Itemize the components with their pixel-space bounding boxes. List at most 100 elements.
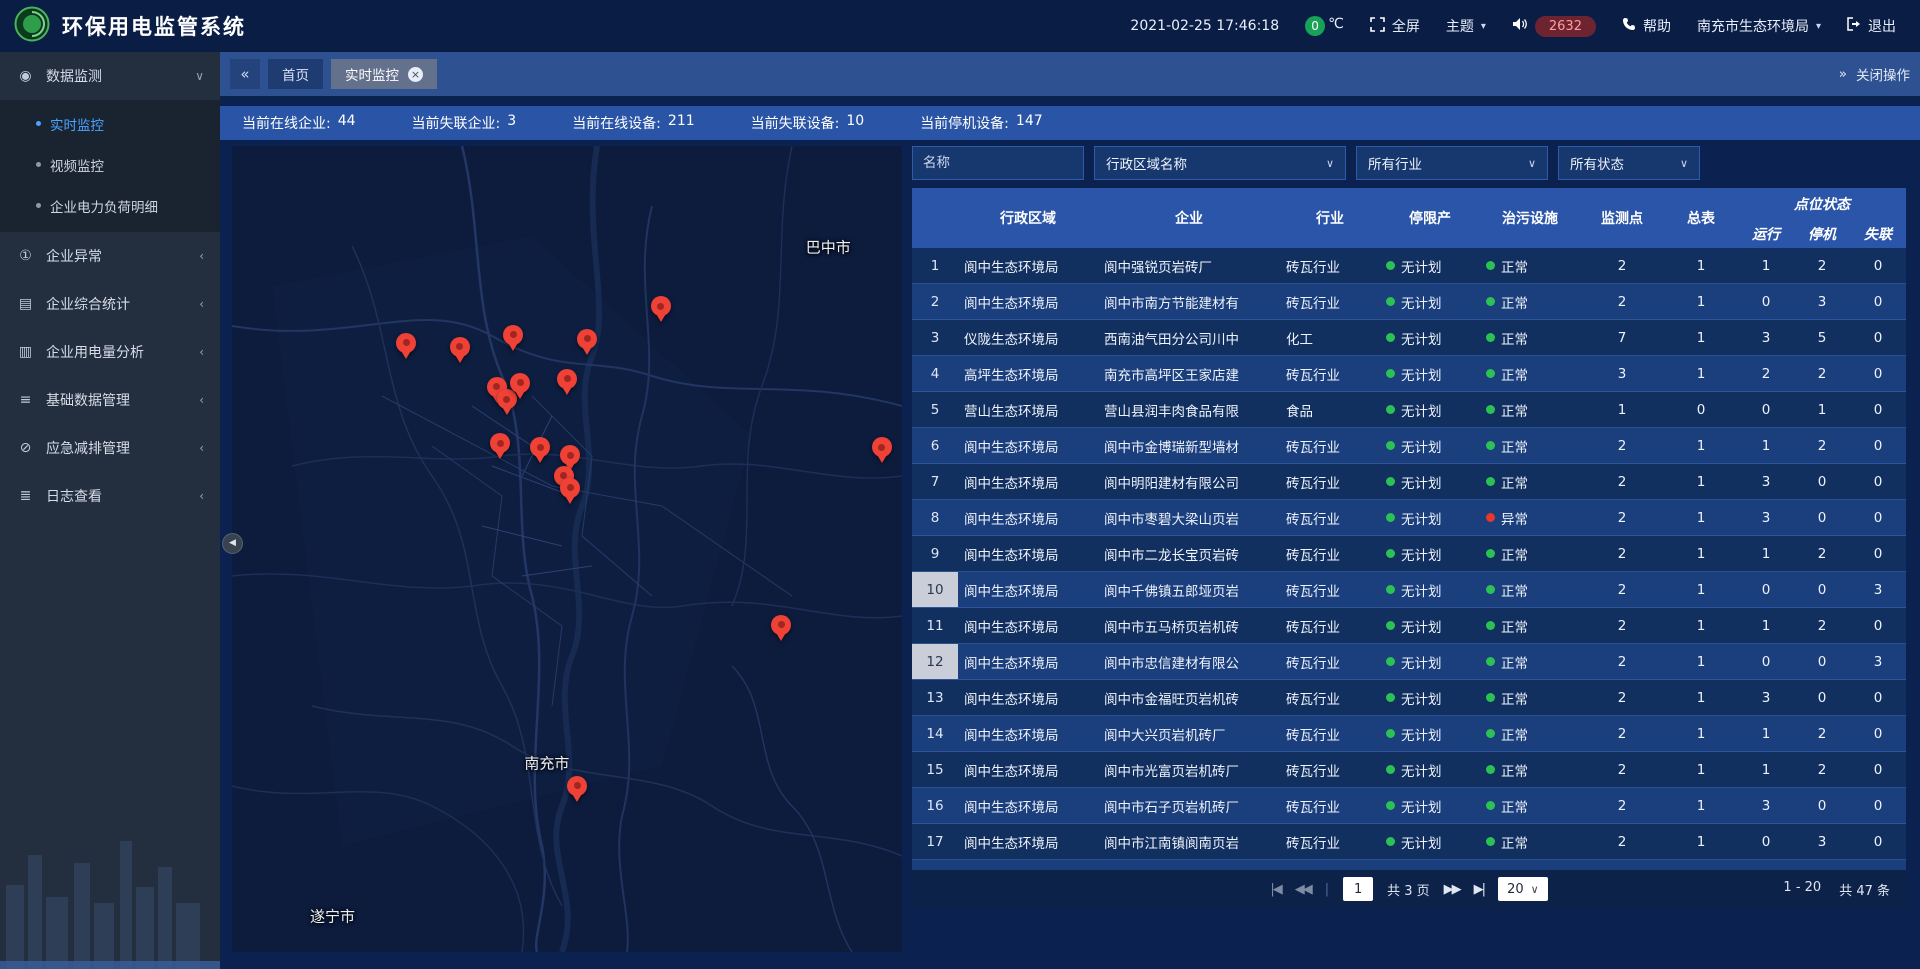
status-dot-icon <box>1486 729 1495 738</box>
limit-column-header: 停限产 <box>1380 188 1480 248</box>
page-size-select[interactable]: 20∨ <box>1498 877 1548 901</box>
map-pin[interactable] <box>560 478 580 505</box>
sidebar-item-realtime-monitor[interactable]: 实时监控 <box>0 103 220 144</box>
map-pin[interactable] <box>510 373 530 400</box>
table-row[interactable]: 14 阆中生态环境局 阆中大兴页岩机砖厂 砖瓦行业 无计划 正常 2 1 1 <box>912 716 1906 752</box>
industry-cell: 化工 <box>1280 320 1380 355</box>
table-row[interactable]: 11 阆中生态环境局 阆中市五马桥页岩机砖 砖瓦行业 无计划 正常 2 1 1 <box>912 608 1906 644</box>
region-cell: 仪陇生态环境局 <box>958 320 1098 355</box>
map-pin[interactable] <box>530 437 550 464</box>
fullscreen-button[interactable]: 全屏 <box>1370 16 1420 36</box>
page-size-value: 20 <box>1507 882 1524 897</box>
region-cell: 南部生态环境局 <box>958 860 1098 870</box>
table-row[interactable]: 3 仪陇生态环境局 西南油气田分公司川中 化工 无计划 正常 7 1 3 <box>912 320 1906 356</box>
status-filter-select[interactable]: 所有状态 ∨ <box>1558 146 1700 180</box>
help-button[interactable]: 帮助 <box>1622 16 1671 36</box>
stopped-count-cell: 3 <box>1794 860 1850 870</box>
sidebar-item-data-monitor[interactable]: ◉ 数据监测 ∨ <box>0 52 220 100</box>
table-row[interactable]: 5 营山生态环境局 营山县润丰肉食品有限 食品 无计划 正常 1 0 0 <box>912 392 1906 428</box>
close-icon[interactable]: × <box>408 67 423 82</box>
table-row[interactable]: 10 阆中生态环境局 阆中千佛镇五郎垭页岩 砖瓦行业 无计划 正常 2 1 0 <box>912 572 1906 608</box>
name-filter-input[interactable] <box>912 146 1084 180</box>
map-pin[interactable] <box>577 329 597 356</box>
pin-tip-icon <box>514 389 526 399</box>
tab-realtime-monitor[interactable]: 实时监控 × <box>331 59 437 89</box>
map-pin[interactable] <box>557 369 577 396</box>
last-page-button[interactable]: ▶| <box>1474 882 1484 897</box>
table-row[interactable]: 2 阆中生态环境局 阆中市南方节能建材有 砖瓦行业 无计划 正常 2 1 0 <box>912 284 1906 320</box>
monitor-count-cell: 2 <box>1580 788 1664 823</box>
organization-dropdown[interactable]: 南充市生态环境局 ▾ <box>1697 16 1821 36</box>
first-page-button[interactable]: |◀ <box>1270 882 1280 897</box>
status-dot-icon <box>1486 297 1495 306</box>
prev-page-button[interactable]: ◀◀ <box>1295 882 1311 897</box>
meter-count-cell: 1 <box>1664 464 1738 499</box>
sidebar-item-company-statistics[interactable]: ▤ 企业综合统计 ‹ <box>0 280 220 328</box>
table-row[interactable]: 12 阆中生态环境局 阆中市忠信建材有限公 砖瓦行业 无计划 正常 2 1 0 <box>912 644 1906 680</box>
meter-count-cell: 1 <box>1664 680 1738 715</box>
region-filter-select[interactable]: 行政区域名称 ∨ <box>1094 146 1346 180</box>
running-count-cell: 3 <box>1738 464 1794 499</box>
region-cell: 阆中生态环境局 <box>958 248 1098 283</box>
logout-button[interactable]: 退出 <box>1847 16 1896 36</box>
facility-status-cell: 正常 <box>1480 284 1580 319</box>
facility-status-cell: 正常 <box>1480 680 1580 715</box>
table-row[interactable]: 6 阆中生态环境局 阆中市金博瑞新型墙材 砖瓦行业 无计划 正常 2 1 1 <box>912 428 1906 464</box>
alarm-indicator[interactable]: 2632 <box>1512 16 1596 37</box>
industry-cell: 砖瓦行业 <box>1280 356 1380 391</box>
tab-home[interactable]: 首页 <box>268 59 323 89</box>
sidebar-item-base-data[interactable]: ≡ 基础数据管理 ‹ <box>0 376 220 424</box>
map-pin[interactable] <box>567 776 587 803</box>
map-collapse-handle[interactable]: ◀ <box>222 533 243 554</box>
map-pin[interactable] <box>872 437 892 464</box>
map-pin[interactable] <box>490 433 510 460</box>
company-cell: 阆中市金博瑞新型墙材 <box>1098 428 1280 463</box>
table-row[interactable]: 15 阆中生态环境局 阆中市光富页岩机砖厂 砖瓦行业 无计划 正常 2 1 1 <box>912 752 1906 788</box>
pin-tip-icon <box>571 792 583 802</box>
sidebar-item-power-load-detail[interactable]: 企业电力负荷明细 <box>0 185 220 226</box>
sidebar-item-power-analysis[interactable]: ▥ 企业用电量分析 ‹ <box>0 328 220 376</box>
table-row[interactable]: 8 阆中生态环境局 阆中市枣碧大梁山页岩 砖瓦行业 无计划 异常 2 1 3 <box>912 500 1906 536</box>
table-row[interactable]: 16 阆中生态环境局 阆中市石子页岩机砖厂 砖瓦行业 无计划 正常 2 1 3 <box>912 788 1906 824</box>
industry-filter-select[interactable]: 所有行业 ∨ <box>1356 146 1548 180</box>
map-pin[interactable] <box>450 337 470 364</box>
phone-icon <box>1622 17 1636 35</box>
map-pin[interactable] <box>503 325 523 352</box>
close-operations-button[interactable]: » 关闭操作 <box>1839 64 1910 84</box>
sidebar-item-company-abnormal[interactable]: ① 企业异常 ‹ <box>0 232 220 280</box>
table-row[interactable]: 1 阆中生态环境局 阆中强锐页岩砖厂 砖瓦行业 无计划 正常 2 1 1 <box>912 248 1906 284</box>
offline-count-cell: 0 <box>1850 788 1906 823</box>
tabs-scroll-left-button[interactable]: « <box>230 59 260 89</box>
sidebar-item-emergency-reduction[interactable]: ⊘ 应急减排管理 ‹ <box>0 424 220 472</box>
table-row[interactable]: 4 高坪生态环境局 南充市高坪区王家店建 砖瓦行业 无计划 正常 3 1 2 <box>912 356 1906 392</box>
industry-cell: 砖瓦行业 <box>1280 788 1380 823</box>
monitor-count-cell: 2 <box>1580 716 1664 751</box>
theme-dropdown[interactable]: 主题 ▾ <box>1446 16 1486 36</box>
sidebar-skyline-decoration <box>0 799 220 969</box>
map-pin[interactable] <box>651 296 671 323</box>
table-row[interactable]: 17 阆中生态环境局 阆中市江南镇阆南页岩 砖瓦行业 无计划 正常 2 1 0 <box>912 824 1906 860</box>
table-row[interactable]: 13 阆中生态环境局 阆中市金福旺页岩机砖 砖瓦行业 无计划 正常 2 1 3 <box>912 680 1906 716</box>
row-index-cell: 16 <box>912 788 958 823</box>
pagination-summary: 1 - 20 共 47 条 <box>1548 880 1890 899</box>
map-pin[interactable] <box>396 333 416 360</box>
facility-column-header: 治污设施 <box>1480 188 1580 248</box>
region-cell: 阆中生态环境局 <box>958 824 1098 859</box>
status-dot-icon <box>1386 549 1395 558</box>
monitor-column-header: 监测点 <box>1580 188 1664 248</box>
table-row[interactable]: 7 阆中生态环境局 阆中明阳建材有限公司 砖瓦行业 无计划 正常 2 1 3 <box>912 464 1906 500</box>
offline-count-cell: 0 <box>1850 464 1906 499</box>
next-page-button[interactable]: ▶▶ <box>1444 882 1460 897</box>
page-number-input[interactable]: 1 <box>1343 877 1373 901</box>
sidebar-item-log-view[interactable]: ≣ 日志查看 ‹ <box>0 472 220 520</box>
map-pin[interactable] <box>771 615 791 642</box>
table-row[interactable]: 18 南部生态环境局 南部县建丰建材有限公 砖瓦行业 无计划 正常 2 1 0 <box>912 860 1906 870</box>
table-row[interactable]: 9 阆中生态环境局 阆中市二龙长宝页岩砖 砖瓦行业 无计划 正常 2 1 1 <box>912 536 1906 572</box>
monitor-icon: ◉ <box>16 68 35 84</box>
header-left: 环保用电监管系统 <box>14 6 246 46</box>
company-cell: 阆中市忠信建材有限公 <box>1098 644 1280 679</box>
region-cell: 高坪生态环境局 <box>958 356 1098 391</box>
double-chevron-left-icon: « <box>240 65 249 83</box>
map-panel[interactable]: 巴中市 南充市 遂宁市 <box>232 146 902 952</box>
sidebar-item-video-monitor[interactable]: 视频监控 <box>0 144 220 185</box>
